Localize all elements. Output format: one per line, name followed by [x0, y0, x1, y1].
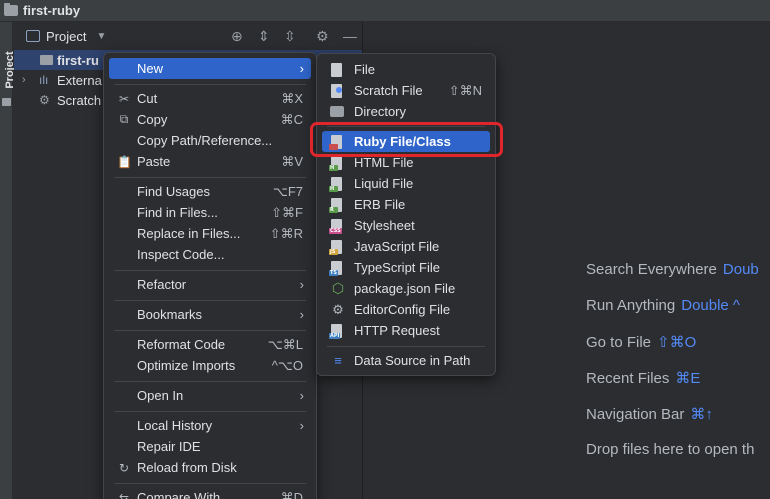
hint-search-everywhere: Search Everywhere Doub — [586, 261, 759, 278]
project-view-selector[interactable]: Project — [46, 29, 86, 44]
locate-icon[interactable]: ⊕ — [231, 28, 243, 45]
scratch-file-icon — [331, 83, 342, 98]
menu-item-compare-with[interactable]: ⇆ Compare With... ⌘D — [109, 487, 311, 499]
folder-icon[interactable] — [2, 98, 11, 106]
menu-item-find-usages[interactable]: Find Usages ⌥F7 — [109, 181, 311, 202]
submenu-item-javascript-file[interactable]: JS JavaScript File — [322, 236, 490, 257]
js-file-icon: JS — [329, 239, 342, 255]
scissors-icon: ✂ — [118, 91, 130, 106]
menu-item-optimize-imports[interactable]: Optimize Imports ^⌥O — [109, 355, 311, 376]
copy-icon: ⧉ — [119, 112, 129, 126]
submenu-item-data-source-in-path[interactable]: ≡ Data Source in Path — [322, 350, 490, 371]
submenu-item-editorconfig-file[interactable]: ⚙ EditorConfig File — [322, 299, 490, 320]
menu-item-copy-path[interactable]: Copy Path/Reference... — [109, 130, 311, 151]
chevron-right-icon: › — [299, 388, 304, 403]
divider — [114, 411, 306, 412]
submenu-item-http-request[interactable]: API HTTP Request — [322, 320, 490, 341]
database-icon: ≡ — [334, 353, 342, 368]
gear-icon[interactable]: ⚙ — [316, 28, 329, 45]
gear-icon: ⚙ — [332, 301, 344, 317]
hint-navigation-bar: Navigation Bar ⌘↑ — [586, 406, 713, 423]
divider — [114, 270, 306, 271]
highlight-annotation-frame — [310, 122, 503, 157]
menu-item-replace-in-files[interactable]: Replace in Files... ⇧⌘R — [109, 223, 311, 244]
minimize-icon[interactable]: — — [343, 28, 357, 44]
tree-item-label: Externa — [57, 72, 102, 88]
chevron-down-icon[interactable]: ▼ — [96, 31, 106, 42]
npm-icon: ⬡ — [331, 280, 345, 296]
chevron-right-icon: › — [299, 61, 304, 76]
menu-item-refactor[interactable]: Refactor › — [109, 274, 311, 295]
menu-item-inspect-code[interactable]: Inspect Code... — [109, 244, 311, 265]
menu-item-reformat-code[interactable]: Reformat Code ⌥⌘L — [109, 334, 311, 355]
folder-icon — [4, 3, 18, 16]
divider — [114, 177, 306, 178]
file-icon — [331, 62, 342, 77]
submenu-item-erb-file[interactable]: R ERB File — [322, 194, 490, 215]
hint-go-to-file: Go to File ⇧⌘O — [586, 334, 697, 351]
divider — [114, 84, 306, 85]
project-view-icon — [26, 30, 40, 42]
title-bar: first-ruby — [0, 0, 770, 22]
divider — [114, 381, 306, 382]
menu-item-cut[interactable]: ✂ Cut ⌘X — [109, 88, 311, 109]
tree-item-label: Scratch — [57, 92, 102, 108]
reload-icon: ↻ — [118, 460, 130, 475]
menu-item-bookmarks[interactable]: Bookmarks › — [109, 304, 311, 325]
project-panel-header: Project ▼ ⊕ ⇕ ⇳ ⚙ — — [14, 22, 362, 50]
css-file-icon: CSS — [329, 218, 342, 234]
liquid-file-icon: H — [329, 176, 342, 192]
folder-icon — [330, 106, 344, 117]
submenu-item-package-json[interactable]: ⬡ package.json File — [322, 278, 490, 299]
menu-item-copy[interactable]: ⧉ Copy ⌘C — [109, 109, 311, 130]
ts-file-icon: TS — [329, 260, 342, 276]
menu-item-local-history[interactable]: Local History › — [109, 415, 311, 436]
menu-item-find-in-files[interactable]: Find in Files... ⇧⌘F — [109, 202, 311, 223]
submenu-item-liquid-file[interactable]: H Liquid File — [322, 173, 490, 194]
menu-item-open-in[interactable]: Open In › — [109, 385, 311, 406]
menu-item-new[interactable]: New › — [109, 58, 311, 79]
tree-item-label: first-ru — [57, 52, 99, 68]
menu-item-paste[interactable]: 📋 Paste ⌘V — [109, 151, 311, 172]
menu-item-repair-ide[interactable]: Repair IDE — [109, 436, 311, 457]
divider — [114, 300, 306, 301]
hint-run-anything: Run Anything Double ^ — [586, 297, 740, 314]
submenu-item-stylesheet[interactable]: CSS Stylesheet — [322, 215, 490, 236]
compare-icon: ⇆ — [118, 490, 130, 499]
divider — [114, 483, 306, 484]
expand-all-icon[interactable]: ⇕ — [258, 28, 270, 45]
new-submenu: File Scratch File ⇧⌘N Directory Ruby Fil… — [316, 53, 496, 376]
folder-icon — [40, 55, 53, 65]
library-icon: ılı — [39, 73, 49, 87]
erb-file-icon: R — [329, 197, 342, 213]
chevron-right-icon: › — [299, 277, 304, 292]
collapse-all-icon[interactable]: ⇳ — [284, 28, 296, 45]
submenu-item-file[interactable]: File — [322, 59, 490, 80]
left-tool-stripe: Project — [0, 22, 16, 499]
divider — [114, 330, 306, 331]
chevron-right-icon: › — [299, 307, 304, 322]
chevron-right-icon: › — [299, 418, 304, 433]
hint-recent-files: Recent Files ⌘E — [586, 370, 701, 387]
context-menu: New › ✂ Cut ⌘X ⧉ Copy ⌘C Copy Path/Refer… — [103, 52, 317, 499]
menu-item-reload-from-disk[interactable]: ↻ Reload from Disk — [109, 457, 311, 478]
window-title: first-ruby — [23, 3, 81, 18]
hint-drop-files: Drop files here to open th — [586, 441, 755, 458]
clipboard-icon: 📋 — [117, 154, 132, 169]
html-file-icon: H — [329, 155, 342, 171]
scratches-icon: ⚙ — [39, 93, 50, 107]
chevron-right-icon[interactable]: › — [22, 74, 26, 86]
submenu-item-typescript-file[interactable]: TS TypeScript File — [322, 257, 490, 278]
submenu-item-scratch-file[interactable]: Scratch File ⇧⌘N — [322, 80, 490, 101]
api-file-icon: API — [329, 323, 342, 339]
divider — [327, 346, 485, 347]
submenu-item-directory[interactable]: Directory — [322, 101, 490, 122]
